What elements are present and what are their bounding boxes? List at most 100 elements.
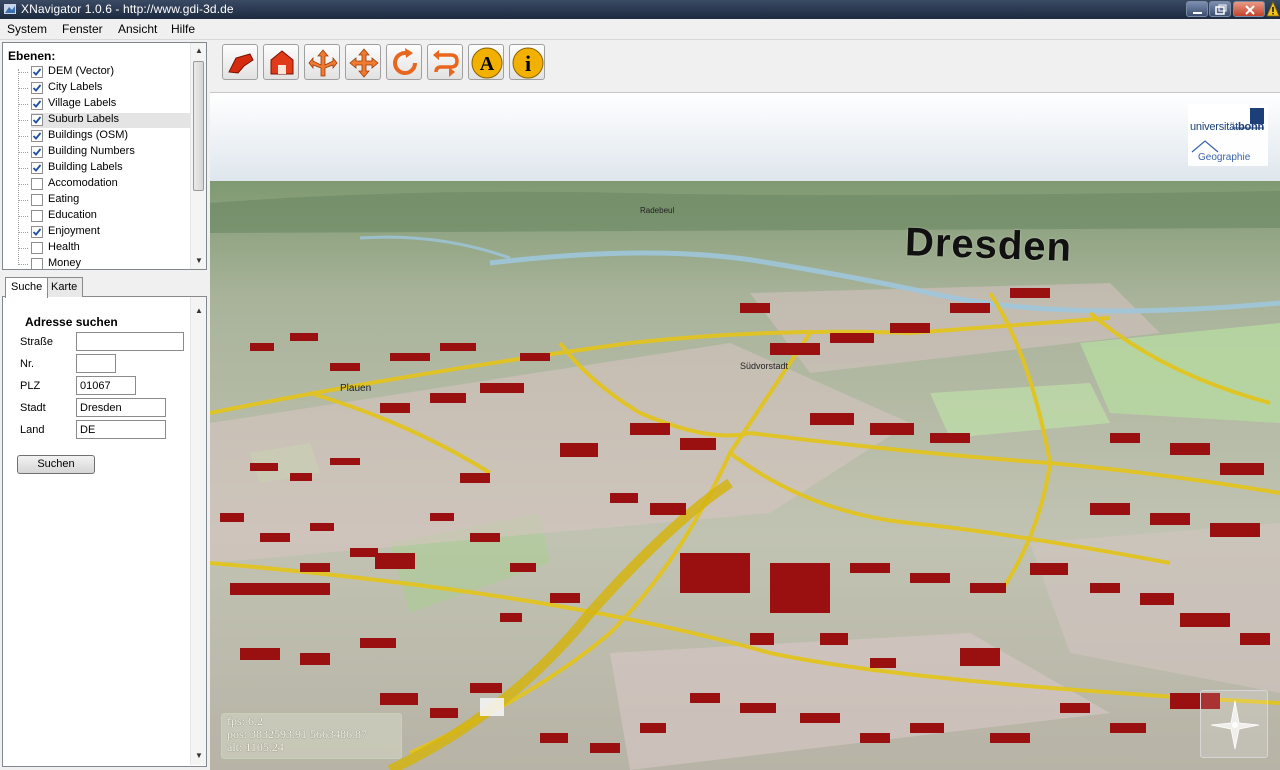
compass-control[interactable] bbox=[1200, 690, 1268, 758]
layer-item[interactable]: Building Labels bbox=[31, 161, 191, 176]
checkbox-unchecked[interactable] bbox=[31, 194, 43, 206]
logo-text: universitätbonn bbox=[1190, 121, 1264, 133]
layer-label: Suburb Labels bbox=[48, 113, 119, 125]
checkbox-unchecked[interactable] bbox=[31, 210, 43, 222]
layer-label: DEM (Vector) bbox=[48, 65, 115, 77]
layer-label: City Labels bbox=[48, 81, 103, 93]
scroll-up-icon[interactable]: ▲ bbox=[195, 46, 203, 55]
layer-item[interactable]: Health bbox=[31, 241, 191, 256]
search-scrollbar[interactable]: ▲ ▼ bbox=[190, 297, 206, 765]
checkbox-unchecked[interactable] bbox=[31, 242, 43, 254]
checkbox-checked[interactable] bbox=[31, 98, 43, 110]
tab-map[interactable]: Karte bbox=[45, 277, 84, 297]
pan-icon bbox=[349, 48, 379, 78]
tab-search[interactable]: Suche bbox=[5, 277, 49, 298]
layer-item[interactable]: Village Labels bbox=[31, 97, 191, 112]
checkbox-checked[interactable] bbox=[31, 82, 43, 94]
home-button[interactable] bbox=[263, 44, 299, 80]
rotate-icon bbox=[393, 48, 418, 76]
minimize-button[interactable] bbox=[1186, 1, 1208, 17]
checkbox-checked[interactable] bbox=[31, 130, 43, 142]
layer-item[interactable]: City Labels bbox=[31, 81, 191, 96]
tree-branch bbox=[18, 104, 28, 105]
info-icon: i bbox=[512, 47, 544, 79]
city-label: Stadt bbox=[20, 402, 46, 414]
layer-item[interactable]: Accomodation bbox=[31, 177, 191, 192]
layer-item[interactable]: Education bbox=[31, 209, 191, 224]
annotation-icon: A bbox=[471, 47, 503, 79]
fly-icon bbox=[228, 53, 254, 74]
app-icon bbox=[4, 4, 16, 14]
path-button[interactable] bbox=[427, 44, 463, 80]
country-input[interactable] bbox=[76, 420, 166, 439]
street-input[interactable] bbox=[76, 332, 184, 351]
scroll-down-icon[interactable]: ▼ bbox=[195, 751, 203, 760]
suburb-label-suedvorstadt: Südvorstadt bbox=[740, 361, 789, 371]
layer-item[interactable]: Enjoyment bbox=[31, 225, 191, 240]
info-button[interactable]: i bbox=[509, 44, 545, 80]
layer-item[interactable]: DEM (Vector) bbox=[31, 65, 191, 80]
checkbox-checked[interactable] bbox=[31, 114, 43, 126]
country-label: Land bbox=[20, 424, 45, 436]
menu-system[interactable]: System bbox=[7, 22, 47, 36]
checkbox-unchecked[interactable] bbox=[31, 258, 43, 269]
altitude-readout: alt: 1105.24 bbox=[227, 740, 284, 754]
number-label: Nr. bbox=[20, 358, 35, 370]
menu-fenster[interactable]: Fenster bbox=[62, 22, 103, 36]
menu-ansicht[interactable]: Ansicht bbox=[118, 22, 157, 36]
layer-label: Education bbox=[48, 209, 97, 221]
logo-department: Geographie bbox=[1198, 152, 1251, 163]
checkbox-unchecked[interactable] bbox=[31, 178, 43, 190]
zip-label: PLZ bbox=[20, 380, 41, 392]
checkbox-checked[interactable] bbox=[31, 162, 43, 174]
menu-bar: System Fenster Ansicht Hilfe bbox=[0, 19, 1280, 40]
number-input[interactable] bbox=[76, 354, 116, 373]
layer-label: Buildings (OSM) bbox=[48, 129, 129, 141]
fly-button[interactable] bbox=[222, 44, 258, 80]
suburb-label-radebeul: Radebeul bbox=[640, 206, 675, 215]
layer-item[interactable]: Eating bbox=[31, 193, 191, 208]
navigate-button[interactable] bbox=[304, 44, 340, 80]
search-button[interactable]: Suchen bbox=[17, 455, 95, 474]
map-3d-view[interactable]: Dresden Plauen Südvorstadt Radebeul univ… bbox=[210, 93, 1280, 770]
street-label: Straße bbox=[20, 336, 54, 348]
layer-item[interactable]: Building Numbers bbox=[31, 145, 191, 160]
tree-branch bbox=[18, 72, 28, 73]
title-bar: XNavigator 1.0.6 - http://www.gdi-3d.de bbox=[0, 0, 1280, 19]
close-button[interactable] bbox=[1233, 1, 1265, 17]
checkbox-checked[interactable] bbox=[31, 146, 43, 158]
navigate-icon bbox=[308, 49, 338, 77]
panel-tabs: Suche Karte bbox=[2, 277, 207, 298]
rotate-button[interactable] bbox=[386, 44, 422, 80]
toolbar: A i bbox=[210, 40, 1280, 93]
pan-button[interactable] bbox=[345, 44, 381, 80]
path-icon bbox=[433, 50, 459, 77]
search-panel: Adresse suchen Straße Nr. PLZ Stadt Land… bbox=[2, 297, 207, 767]
tree-branch bbox=[18, 232, 28, 233]
tree-branch bbox=[18, 248, 28, 249]
layer-item[interactable]: Money bbox=[31, 257, 191, 269]
tree-branch bbox=[18, 120, 28, 121]
annotation-button[interactable]: A bbox=[468, 44, 504, 80]
checkbox-checked[interactable] bbox=[31, 66, 43, 78]
zip-input[interactable] bbox=[76, 376, 136, 395]
city-label-dresden: Dresden bbox=[904, 220, 1073, 270]
layers-tree: Ebenen: DEM (Vector) City Labels Village L… bbox=[2, 42, 207, 270]
app-window: XNavigator 1.0.6 - http://www.gdi-3d.de … bbox=[0, 0, 1280, 770]
layer-item[interactable]: Suburb Labels bbox=[31, 113, 191, 128]
university-logo: universitätbonn Geographie bbox=[1188, 104, 1268, 166]
city-input[interactable] bbox=[76, 398, 166, 417]
layer-label: Village Labels bbox=[48, 97, 117, 109]
menu-hilfe[interactable]: Hilfe bbox=[171, 22, 195, 36]
scroll-thumb[interactable] bbox=[193, 61, 204, 191]
layer-label: Accomodation bbox=[48, 177, 118, 189]
scroll-down-icon[interactable]: ▼ bbox=[195, 256, 203, 265]
checkbox-checked[interactable] bbox=[31, 226, 43, 238]
layers-title: Ebenen: bbox=[8, 49, 56, 63]
scroll-up-icon[interactable]: ▲ bbox=[195, 306, 203, 315]
layers-scrollbar[interactable]: ▲ ▼ bbox=[190, 43, 206, 269]
layer-item[interactable]: Buildings (OSM) bbox=[31, 129, 191, 144]
logo-bonn: bonn bbox=[1237, 121, 1265, 133]
window-title: XNavigator 1.0.6 - http://www.gdi-3d.de bbox=[21, 2, 234, 16]
maximize-button[interactable] bbox=[1209, 1, 1231, 17]
